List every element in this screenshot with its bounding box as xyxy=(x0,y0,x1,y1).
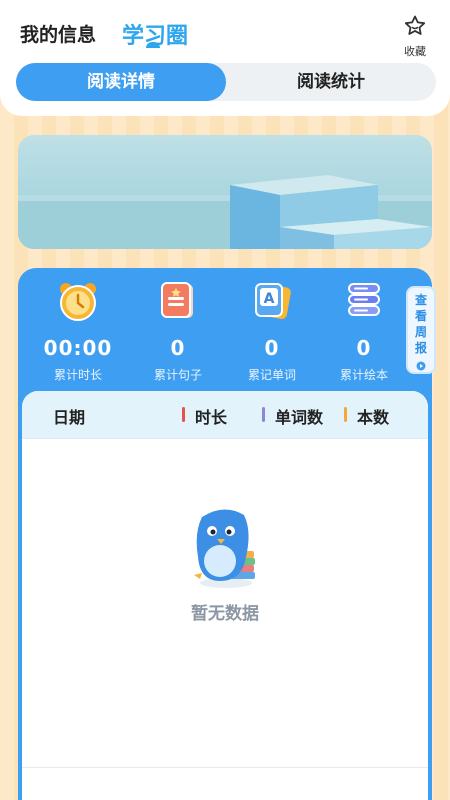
column-date: 日期 xyxy=(53,408,86,427)
column-books: 本数 xyxy=(357,408,390,427)
column-marker xyxy=(262,407,265,422)
stat-total-picturebooks: 0 累计绘本 xyxy=(316,280,412,383)
active-tab-indicator xyxy=(146,42,160,48)
weekly-report-char: 周 xyxy=(414,325,427,339)
stat-label-sentences: 累计句子 xyxy=(153,368,202,382)
steps-illustration xyxy=(18,175,432,249)
view-weekly-report-button[interactable]: 查 看 周 报 xyxy=(406,286,436,374)
reading-table: 日期 时长 单词数 本数 暂无数据 xyxy=(22,391,428,800)
star-icon xyxy=(404,15,426,35)
stat-value-sentences: 0 xyxy=(170,336,186,360)
svg-text:A: A xyxy=(264,291,275,307)
favorite-label: 收藏 xyxy=(404,45,426,58)
stat-value-time: 00:00 xyxy=(43,336,113,360)
column-duration: 时长 xyxy=(195,408,228,427)
reading-panel: 00:00 累计时长 0 累计句子 A 0 累记单词 0 累计绘本 查 看 周 … xyxy=(18,268,436,800)
stat-total-words: A 0 累记单词 xyxy=(224,280,320,383)
empty-state: 暂无数据 xyxy=(22,501,428,624)
stat-label-time: 累计时长 xyxy=(53,368,102,382)
stat-value-words: 0 xyxy=(264,336,280,360)
stat-value-picturebooks: 0 xyxy=(356,336,372,360)
play-icon xyxy=(416,361,426,371)
column-marker xyxy=(182,407,185,422)
divider xyxy=(22,767,428,768)
stat-total-sentences: 0 累计句子 xyxy=(130,280,226,383)
word-card-icon: A xyxy=(255,283,291,320)
header-card: 我的信息 学习圈 收藏 阅读详情 阅读统计 xyxy=(0,0,450,116)
column-words: 单词数 xyxy=(275,408,324,427)
weekly-report-char: 查 xyxy=(414,293,427,307)
empty-text: 暂无数据 xyxy=(191,604,259,624)
column-marker xyxy=(344,407,347,422)
stat-label-words: 累记单词 xyxy=(247,368,296,382)
tab-reading-details[interactable]: 阅读详情 xyxy=(16,63,226,101)
banner-image xyxy=(18,135,432,249)
tab-my-info[interactable]: 我的信息 xyxy=(20,20,96,47)
book-stack-icon xyxy=(348,283,380,316)
weekly-report-char: 报 xyxy=(414,341,427,355)
weekly-report-char: 看 xyxy=(414,309,427,323)
alarm-clock-icon xyxy=(60,283,96,321)
sentence-book-icon xyxy=(161,282,193,318)
bird-mascot-icon xyxy=(194,509,255,588)
tab-reading-stats[interactable]: 阅读统计 xyxy=(226,63,436,101)
table-header: 日期 时长 单词数 本数 xyxy=(22,391,428,439)
favorite-button[interactable]: 收藏 xyxy=(400,14,430,59)
stat-total-time: 00:00 累计时长 xyxy=(30,280,126,383)
stat-label-picturebooks: 累计绘本 xyxy=(339,368,388,382)
segmented-control: 阅读详情 阅读统计 xyxy=(16,63,436,101)
